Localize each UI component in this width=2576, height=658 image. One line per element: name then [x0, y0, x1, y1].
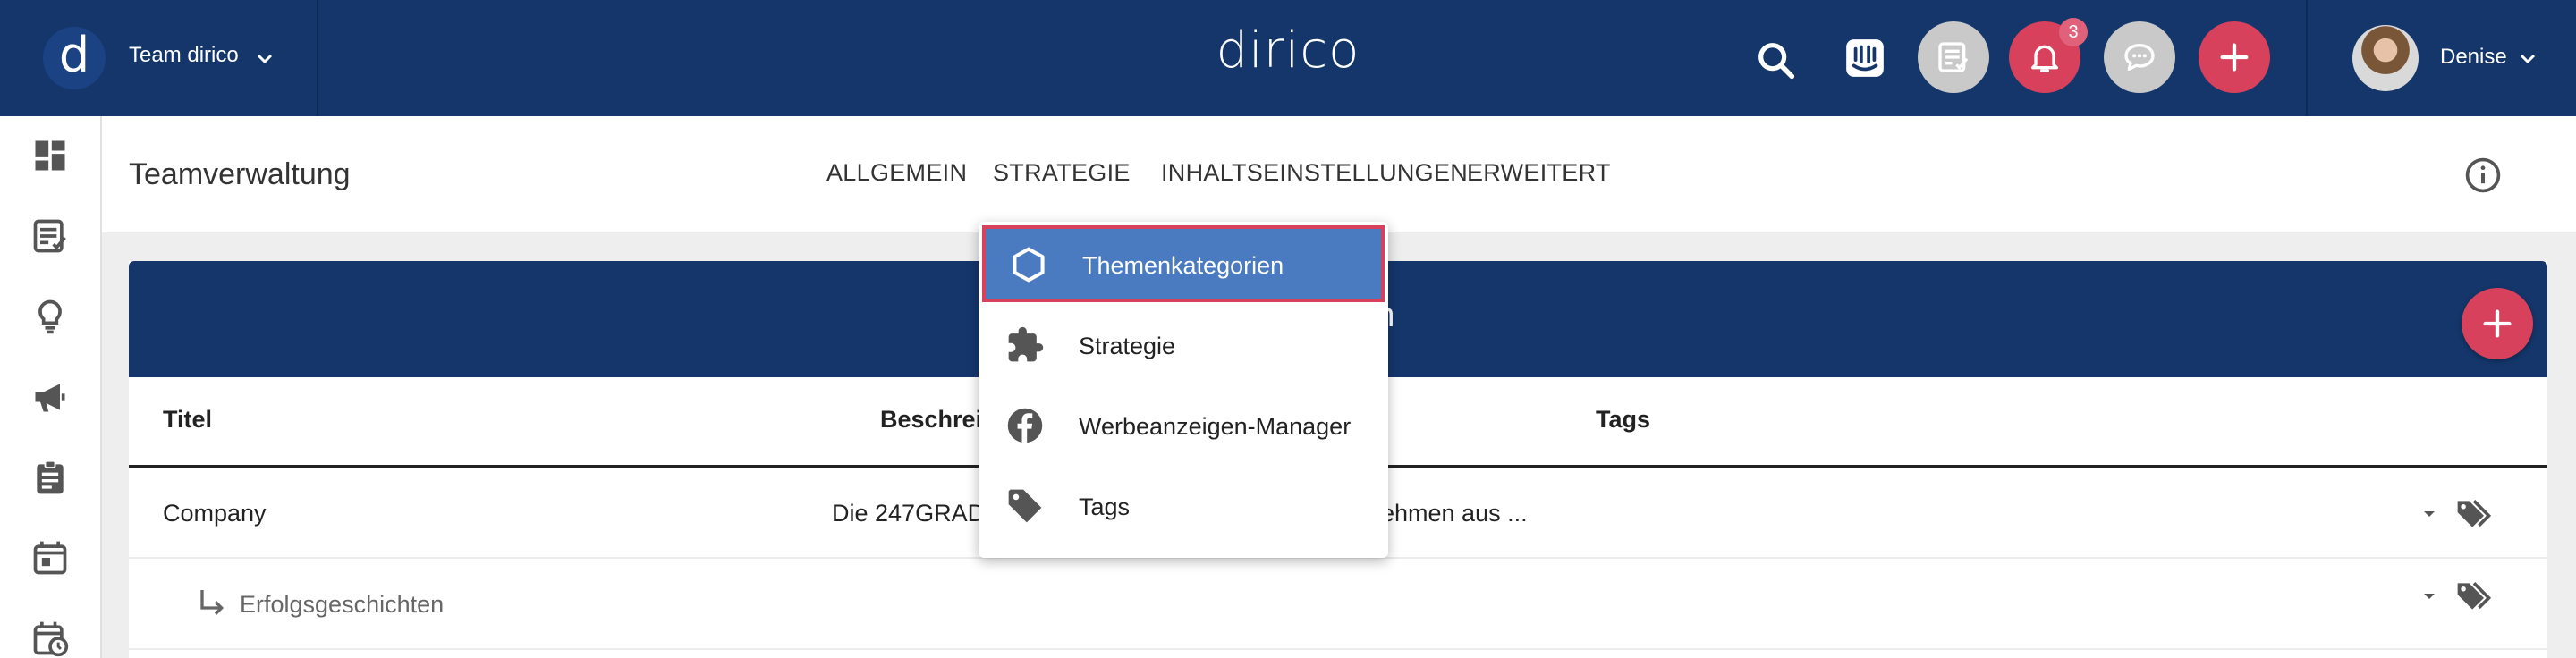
- chevron-down-icon[interactable]: [254, 48, 275, 70]
- menu-item-label: Werbeanzeigen-Manager: [1079, 413, 1352, 440]
- tag-icon: [1008, 489, 1042, 523]
- task-list-icon: [1938, 42, 1969, 72]
- intercom-icon[interactable]: [1843, 36, 1887, 80]
- chevron-down-icon[interactable]: [2517, 48, 2538, 70]
- menu-item-werbeanzeigen-manager[interactable]: Werbeanzeigen-Manager: [979, 386, 1388, 467]
- page-title: Teamverwaltung: [129, 157, 351, 191]
- lightbulb-icon[interactable]: [30, 297, 70, 336]
- plus-icon: [2483, 309, 2512, 338]
- calendar-icon[interactable]: [30, 538, 70, 578]
- expand-arrow-icon[interactable]: [2419, 503, 2440, 525]
- chat-bubble-icon: [2124, 44, 2155, 72]
- menu-item-label: Themenkategorien: [1082, 252, 1284, 279]
- notification-badge: 3: [2059, 18, 2088, 46]
- column-header-tags[interactable]: Tags: [1596, 406, 1650, 434]
- column-header-title[interactable]: Titel: [163, 406, 212, 434]
- brand-logo: dirico: [1216, 21, 1360, 80]
- row-description-end: ehmen aus ...: [1381, 500, 1528, 527]
- menu-item-label: Strategie: [1079, 333, 1176, 359]
- subcategory-arrow-icon: [200, 590, 225, 615]
- avatar[interactable]: [2352, 25, 2419, 91]
- column-header-description[interactable]: Beschrei: [880, 406, 982, 434]
- expand-arrow-icon[interactable]: [2419, 586, 2440, 607]
- dashboard-icon[interactable]: [30, 136, 70, 175]
- user-menu[interactable]: Denise: [2306, 0, 2576, 116]
- bell-icon: [2031, 45, 2058, 72]
- top-bar: d Team dirico dirico 3 Denise: [0, 0, 2576, 116]
- user-name[interactable]: Denise: [2440, 45, 2507, 70]
- tags-icon[interactable]: [2454, 577, 2494, 616]
- plus-icon: [2220, 43, 2249, 72]
- search-icon[interactable]: [1753, 38, 1800, 84]
- tab-strategie[interactable]: STRATEGIE: [993, 159, 1131, 187]
- row-description-start: Die 247GRAD: [832, 500, 986, 527]
- row-title: Company: [163, 500, 267, 527]
- team-logo: d: [43, 27, 106, 89]
- tags-icon[interactable]: [2454, 494, 2494, 534]
- team-name[interactable]: Team dirico: [129, 43, 239, 68]
- team-switcher[interactable]: d Team dirico: [0, 0, 318, 116]
- table-row[interactable]: Erfolgsgeschichten: [129, 559, 2547, 650]
- posts-checklist-icon[interactable]: [30, 216, 70, 256]
- megaphone-icon[interactable]: [30, 377, 70, 417]
- clipboard-icon[interactable]: [30, 458, 70, 497]
- chat-button[interactable]: [2104, 21, 2175, 93]
- strategy-dropdown-menu: Themenkategorien Strategie Werbeanzeigen…: [979, 222, 1388, 558]
- menu-item-label: Tags: [1079, 494, 1131, 520]
- page-header: Teamverwaltung ALLGEMEIN STRATEGIE INHAL…: [102, 116, 2576, 232]
- create-button[interactable]: [2199, 21, 2270, 93]
- tab-erweitert[interactable]: ERWEITERT: [1467, 159, 1611, 187]
- menu-item-strategie[interactable]: Strategie: [979, 306, 1388, 386]
- tab-inhaltseinstellungen[interactable]: INHALTSEINSTELLUNGEN: [1161, 159, 1468, 187]
- facebook-icon: [1007, 408, 1043, 443]
- tab-allgemein[interactable]: ALLGEMEIN: [826, 159, 967, 187]
- row-title: Erfolgsgeschichten: [240, 591, 445, 618]
- tasks-button[interactable]: [1918, 21, 1989, 93]
- calendar-clock-icon[interactable]: [30, 619, 70, 658]
- menu-item-tags[interactable]: Tags: [979, 467, 1388, 547]
- info-icon[interactable]: [2463, 156, 2503, 195]
- add-category-button[interactable]: [2462, 288, 2533, 359]
- menu-item-themenkategorien[interactable]: Themenkategorien: [982, 225, 1385, 302]
- left-sidebar: [0, 116, 102, 658]
- puzzle-icon: [1008, 326, 1044, 362]
- hexagon-icon: [1013, 247, 1045, 283]
